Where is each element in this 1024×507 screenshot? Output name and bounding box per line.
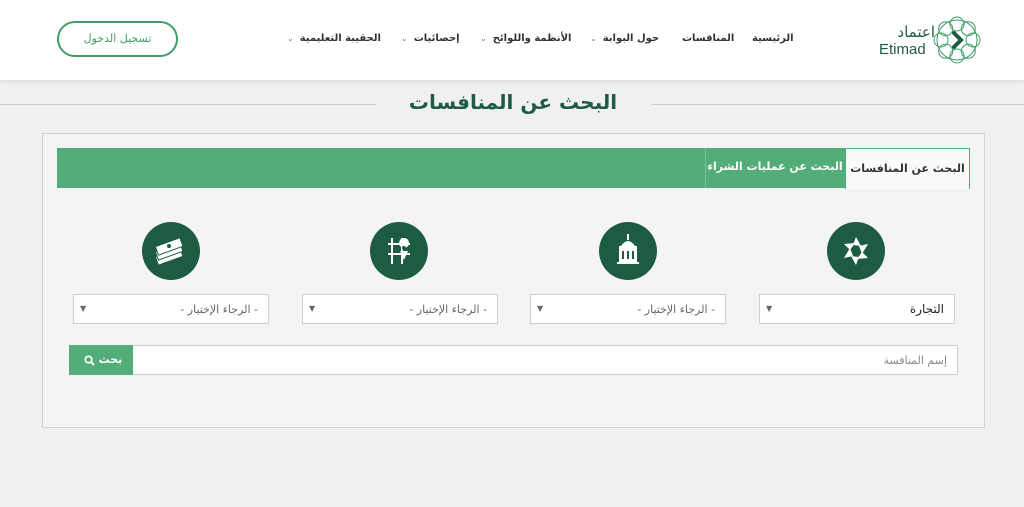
page-title: البحث عن المنافسات [408,90,618,114]
dropdown-arrow-icon: ▼ [80,304,87,313]
map-pin-icon [370,222,428,280]
select-value-range[interactable]: - الرجاء الإختيار - ▼ [73,294,269,324]
chevron-down-icon: ⌄ [480,34,487,43]
select-government-entity[interactable]: - الرجاء الإختيار - ▼ [530,294,726,324]
logo-mark-icon [933,16,981,64]
search-icon [84,354,95,366]
search-button[interactable]: بحث [69,345,133,375]
chevron-down-icon: ⌄ [590,34,597,43]
chevron-down-icon: ⌄ [401,34,408,43]
nav-statistics[interactable]: إحصائيات⌄ [401,33,460,47]
nav-learning-kit[interactable]: الحقيبة التعليمية⌄ [287,33,381,47]
dropdown-arrow-icon: ▼ [537,304,544,313]
title-divider-left [0,104,376,105]
chevron-down-icon: ⌄ [287,34,294,43]
nav-about[interactable]: حول البوابة⌄ [590,33,659,47]
etimad-logo[interactable]: اعتماد Etimad [875,12,990,68]
dropdown-arrow-icon: ▼ [766,304,773,313]
nav-regulations[interactable]: الأنظمة واللوائح⌄ [480,33,571,47]
money-stack-icon [142,222,200,280]
top-header: اعتماد Etimad الرئيسية المنافسات حول الب… [0,0,1024,80]
nav-tenders[interactable]: المنافسات [682,33,734,47]
login-button[interactable]: تسجيل الدخول [57,21,178,57]
title-divider-right [651,104,1024,105]
select-region[interactable]: - الرجاء الإختيار - ▼ [302,294,498,324]
logo-latin-text: Etimad [879,41,926,58]
tab-search-purchases[interactable]: البحث عن عمليات الشراء [705,148,844,188]
select-category[interactable]: التجارة ▼ [759,294,955,324]
tab-search-tenders[interactable]: البحث عن المنافسات [845,148,970,189]
logo-arabic-text: اعتماد [897,23,935,41]
aperture-icon [827,222,885,280]
dropdown-arrow-icon: ▼ [309,304,316,313]
tender-name-input[interactable] [132,345,958,375]
building-icon [599,222,657,280]
nav-home[interactable]: الرئيسية [752,33,794,47]
